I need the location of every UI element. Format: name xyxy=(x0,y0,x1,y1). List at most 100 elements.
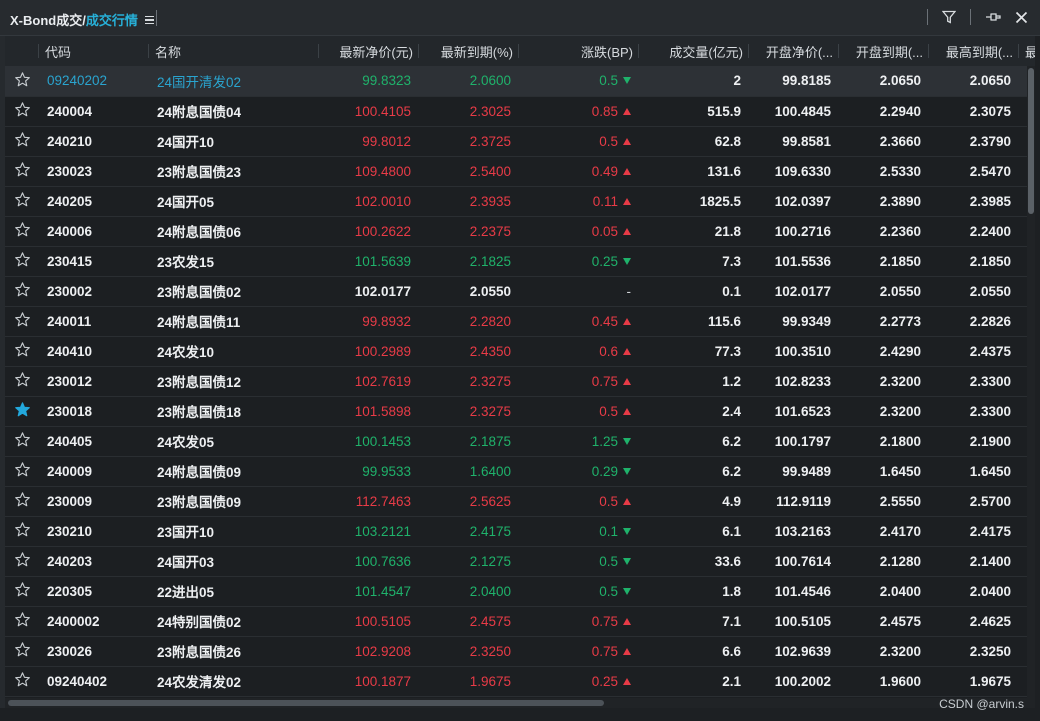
bond-code[interactable]: 230012 xyxy=(39,366,149,396)
bond-code[interactable]: 240009 xyxy=(39,456,149,486)
table-row[interactable]: 230018 23附息国债18 101.5898 2.3275 0.5 2.4 101.65… xyxy=(5,396,1035,426)
bond-name[interactable]: 24附息国债11 xyxy=(149,306,319,336)
column-header-high-ytm[interactable]: 最高到期(... xyxy=(929,36,1019,66)
bond-code[interactable]: 240410 xyxy=(39,336,149,366)
table-row[interactable]: 2400002 24特别国债02 100.5105 2.4575 0.75 7.1 100.… xyxy=(5,606,1035,636)
favorite-star-icon[interactable] xyxy=(5,576,39,606)
bond-name[interactable]: 24特别国债02 xyxy=(149,606,319,636)
favorite-star-icon[interactable] xyxy=(5,156,39,186)
table-row[interactable]: 230023 23附息国债23 109.4800 2.5400 0.49 131.6 109… xyxy=(5,156,1035,186)
column-header-ytm[interactable]: 最新到期(%) xyxy=(419,36,519,66)
column-header-open-ytm[interactable]: 开盘到期(... xyxy=(839,36,929,66)
column-header-code[interactable]: 代码 xyxy=(39,36,149,66)
bond-name[interactable]: 24附息国债06 xyxy=(149,216,319,246)
horizontal-scrollbar-thumb[interactable] xyxy=(8,700,604,706)
table-row[interactable]: 240405 24农发05 100.1453 2.1875 1.25 6.2 100.179… xyxy=(5,426,1035,456)
bond-code[interactable]: 230009 xyxy=(39,486,149,516)
bond-name[interactable]: 23国开10 xyxy=(149,516,319,546)
filter-icon[interactable] xyxy=(942,10,956,24)
favorite-star-icon[interactable] xyxy=(5,336,39,366)
bond-name[interactable]: 23附息国债09 xyxy=(149,486,319,516)
table-row[interactable]: 230012 23附息国债12 102.7619 2.3275 0.75 1.2 102.8… xyxy=(5,366,1035,396)
table-row[interactable]: 230026 23附息国债26 102.9208 2.3250 0.75 6.6 102.9… xyxy=(5,636,1035,666)
bond-name[interactable]: 24国开05 xyxy=(149,186,319,216)
favorite-star-icon[interactable] xyxy=(5,126,39,156)
column-header-price[interactable]: 最新净价(元) xyxy=(319,36,419,66)
favorite-star-icon[interactable] xyxy=(5,636,39,666)
bond-code[interactable]: 240006 xyxy=(39,216,149,246)
close-icon[interactable] xyxy=(1015,11,1028,24)
bond-name[interactable]: 24国开清发02 xyxy=(149,66,319,96)
table-row[interactable]: 240006 24附息国债06 100.2622 2.2375 0.05 21.8 100.… xyxy=(5,216,1035,246)
bond-code[interactable]: 230023 xyxy=(39,156,149,186)
table-row[interactable]: 240011 24附息国债11 99.8932 2.2820 0.45 115.6 99.9… xyxy=(5,306,1035,336)
bond-code[interactable]: 09240402 xyxy=(39,666,149,696)
table-row[interactable]: 230009 23附息国债09 112.7463 2.5625 0.5 4.9 112.91… xyxy=(5,486,1035,516)
bond-name[interactable]: 24附息国债04 xyxy=(149,96,319,126)
favorite-star-icon[interactable] xyxy=(5,216,39,246)
column-header-name[interactable]: 名称 xyxy=(149,36,319,66)
bond-code[interactable]: 230002 xyxy=(39,276,149,306)
favorite-star-icon[interactable] xyxy=(5,396,39,426)
bond-code[interactable]: 2400002 xyxy=(39,606,149,636)
favorite-star-icon[interactable] xyxy=(5,546,39,576)
favorite-star-icon[interactable] xyxy=(5,456,39,486)
favorite-star-icon[interactable] xyxy=(5,66,39,96)
bond-code[interactable]: 230210 xyxy=(39,516,149,546)
table-row[interactable]: 240004 24附息国债04 100.4105 2.3025 0.85 515.9 100… xyxy=(5,96,1035,126)
bond-code[interactable]: 240205 xyxy=(39,186,149,216)
favorite-star-icon[interactable] xyxy=(5,96,39,126)
favorite-star-icon[interactable] xyxy=(5,606,39,636)
table-row[interactable]: 230002 23附息国债02 102.0177 2.0550 - 0.1 102.0177… xyxy=(5,276,1035,306)
favorite-star-icon[interactable] xyxy=(5,276,39,306)
bond-name[interactable]: 23附息国债18 xyxy=(149,396,319,426)
favorite-star-icon[interactable] xyxy=(5,666,39,696)
table-row[interactable]: 220305 22进出05 101.4547 2.0400 0.5 1.8 101.4546… xyxy=(5,576,1035,606)
table-row[interactable]: 240009 24附息国债09 99.9533 1.6400 0.29 6.2 99.948… xyxy=(5,456,1035,486)
bond-name[interactable]: 24国开10 xyxy=(149,126,319,156)
bond-name[interactable]: 24附息国债09 xyxy=(149,456,319,486)
pin-icon[interactable] xyxy=(985,10,1001,24)
table-row[interactable]: 240203 24国开03 100.7636 2.1275 0.5 33.6 100.761… xyxy=(5,546,1035,576)
bond-name[interactable]: 23附息国债12 xyxy=(149,366,319,396)
bond-name[interactable]: 24农发10 xyxy=(149,336,319,366)
bond-code[interactable]: 230026 xyxy=(39,636,149,666)
bond-name[interactable]: 23农发15 xyxy=(149,246,319,276)
column-header-volume[interactable]: 成交量(亿元) xyxy=(639,36,749,66)
bond-name[interactable]: 23附息国债02 xyxy=(149,276,319,306)
bond-code[interactable]: 220305 xyxy=(39,576,149,606)
favorite-star-icon[interactable] xyxy=(5,516,39,546)
bond-name[interactable]: 24农发05 xyxy=(149,426,319,456)
bond-code[interactable]: 240210 xyxy=(39,126,149,156)
vertical-scrollbar-thumb[interactable] xyxy=(1028,68,1034,214)
bond-name[interactable]: 23附息国债26 xyxy=(149,636,319,666)
bond-name[interactable]: 24农发清发02 xyxy=(149,666,319,696)
bond-name[interactable]: 22进出05 xyxy=(149,576,319,606)
bond-name[interactable]: 24国开03 xyxy=(149,546,319,576)
column-header-truncated[interactable]: 最 xyxy=(1019,36,1035,66)
table-row[interactable]: 230210 23国开10 103.2121 2.4175 0.1 6.1 103.2163… xyxy=(5,516,1035,546)
menu-icon[interactable] xyxy=(143,14,155,26)
bond-code[interactable]: 240011 xyxy=(39,306,149,336)
bond-code[interactable]: 230018 xyxy=(39,396,149,426)
favorite-star-icon[interactable] xyxy=(5,486,39,516)
column-header-open-price[interactable]: 开盘净价(... xyxy=(749,36,839,66)
bond-code[interactable]: 240004 xyxy=(39,96,149,126)
table-row[interactable]: 230415 23农发15 101.5639 2.1825 0.25 7.3 101.553… xyxy=(5,246,1035,276)
favorite-star-icon[interactable] xyxy=(5,366,39,396)
bond-name[interactable]: 23附息国债23 xyxy=(149,156,319,186)
table-row[interactable]: 240205 24国开05 102.0010 2.3935 0.11 1825.5 102.… xyxy=(5,186,1035,216)
bond-code[interactable]: 230415 xyxy=(39,246,149,276)
table-row[interactable]: 09240402 24农发清发02 100.1877 1.9675 0.25 2.1 100… xyxy=(5,666,1035,696)
favorite-star-icon[interactable] xyxy=(5,306,39,336)
bond-code[interactable]: 240405 xyxy=(39,426,149,456)
bond-code[interactable]: 09240202 xyxy=(39,66,149,96)
title-sub-link[interactable]: 成交行情 xyxy=(86,10,138,29)
bond-code[interactable]: 240203 xyxy=(39,546,149,576)
column-header-change[interactable]: 涨跌(BP) xyxy=(519,36,639,66)
favorite-star-icon[interactable] xyxy=(5,246,39,276)
table-row[interactable]: 240410 24农发10 100.2989 2.4350 0.6 77.3 100.351… xyxy=(5,336,1035,366)
table-row[interactable]: 240210 24国开10 99.8012 2.3725 0.5 62.8 99.8581 2… xyxy=(5,126,1035,156)
table-row[interactable]: 09240202 24国开清发02 99.8323 2.0600 0.5 2 99.8185… xyxy=(5,66,1035,96)
favorite-star-icon[interactable] xyxy=(5,426,39,456)
